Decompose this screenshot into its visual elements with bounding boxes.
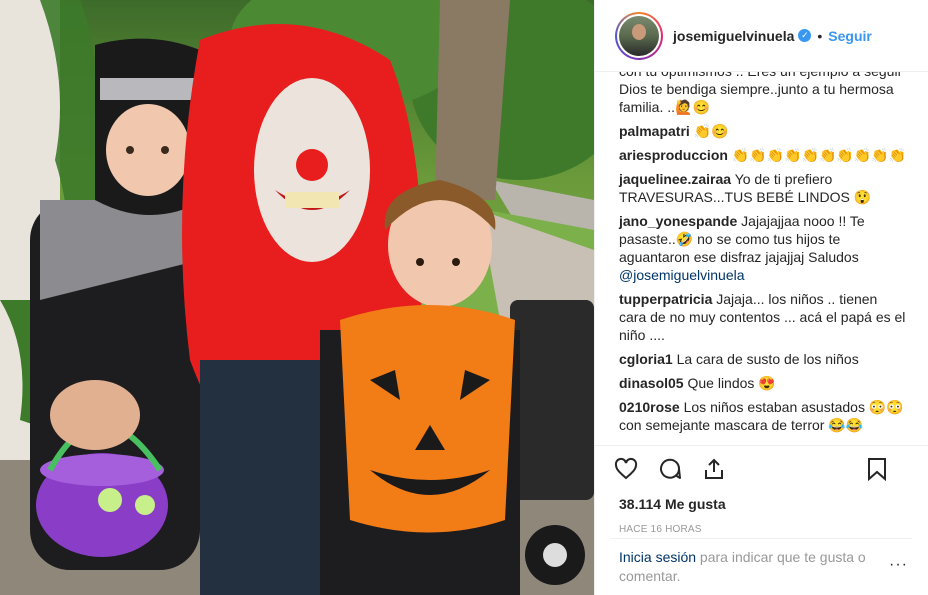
comment-icon[interactable] — [657, 456, 683, 482]
photo-illustration — [0, 0, 594, 595]
more-options-icon[interactable]: ··· — [889, 556, 908, 574]
comment-text: 👏😊 — [693, 123, 729, 139]
comment-item: jaquelinee.zairaa Yo de ti prefiero TRAV… — [619, 170, 908, 206]
avatar-story-ring[interactable] — [615, 11, 663, 60]
comment-mention-link[interactable]: @josemiguelvinuela — [619, 267, 745, 283]
author-username[interactable]: josemiguelvinuela — [673, 28, 794, 44]
login-link[interactable]: Inicia sesión — [619, 549, 696, 565]
divider — [611, 538, 912, 539]
comment-username[interactable]: palmapatri — [619, 123, 690, 139]
comment-username[interactable]: 0210rose — [619, 399, 680, 415]
comment-username[interactable]: jaquelinee.zairaa — [619, 171, 731, 187]
likes-count[interactable]: 38.114 Me gusta — [595, 492, 928, 512]
comment-text: con tu optimismos .. Eres un ejemplo a s… — [619, 72, 902, 115]
comment-item: jano_yonespande Jajajajjaa nooo !! Te pa… — [619, 212, 908, 284]
comment-item: dinasol05 Que lindos 😍 — [619, 374, 908, 392]
comments-list[interactable]: con tu optimismos .. Eres un ejemplo a s… — [595, 72, 928, 446]
comment-item: cgloria1 La cara de susto de los niños — [619, 350, 908, 368]
header-separator: • — [817, 27, 823, 44]
post-photo[interactable] — [0, 0, 594, 595]
heart-icon[interactable] — [613, 456, 639, 482]
bookmark-icon[interactable] — [864, 456, 890, 482]
follow-button[interactable]: Seguir — [828, 28, 872, 44]
verified-badge-icon: ✓ — [798, 29, 812, 42]
login-prompt: Inicia sesión para indicar que te gusta … — [619, 548, 912, 586]
post-side-panel: josemiguelvinuela ✓ • Seguir con tu opti… — [594, 0, 928, 595]
comment-text: 👏👏👏👏👏👏👏👏👏👏 — [731, 147, 907, 163]
comment-username[interactable]: ariesproduccion — [619, 147, 728, 163]
comment-item: tupperpatricia Jajaja... los niños .. ti… — [619, 290, 908, 344]
avatar[interactable] — [619, 15, 659, 56]
comment-username[interactable]: cgloria1 — [619, 351, 673, 367]
share-icon[interactable] — [701, 456, 727, 482]
comment-text: Que lindos 😍 — [687, 375, 776, 391]
comment-username[interactable]: tupperpatricia — [619, 291, 712, 307]
post-header: josemiguelvinuela ✓ • Seguir — [595, 0, 928, 72]
comment-item: 0210rose Los niños estaban asustados 😳😳 … — [619, 398, 908, 434]
comment-text: La cara de susto de los niños — [676, 351, 859, 367]
comment-username[interactable]: jano_yonespande — [619, 213, 737, 229]
post-actions-bar — [595, 446, 928, 492]
comment-item: palmapatri 👏😊 — [619, 122, 908, 140]
comment-item: ariesproduccion 👏👏👏👏👏👏👏👏👏👏 — [619, 146, 908, 164]
comment-username[interactable]: dinasol05 — [619, 375, 684, 391]
post-timestamp[interactable]: HACE 16 HORAS — [595, 512, 928, 535]
comment-item: con tu optimismos .. Eres un ejemplo a s… — [619, 72, 908, 116]
